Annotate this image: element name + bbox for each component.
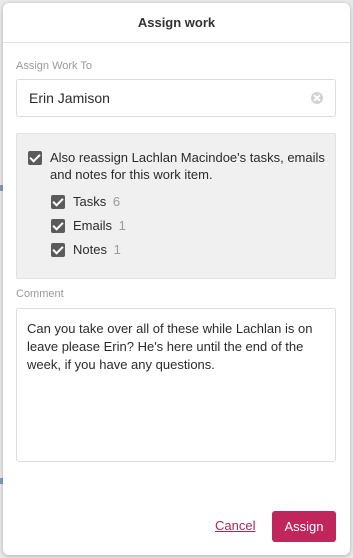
notes-option[interactable]: Notes 1 [51, 242, 121, 257]
comment-label: Comment [16, 288, 64, 300]
reassign-panel: Also reassign Lachlan Macindoe's tasks, … [16, 133, 336, 279]
notes-label: Notes [73, 242, 107, 257]
assignee-input[interactable]: Erin Jamison [16, 79, 336, 117]
assign-work-dialog: Assign work Assign Work To Erin Jamison … [3, 3, 350, 555]
reassign-text: Also reassign Lachlan Macindoe's tasks, … [50, 150, 325, 182]
tasks-count: 6 [112, 194, 121, 209]
clear-icon[interactable] [311, 92, 323, 104]
tasks-label: Tasks [73, 194, 107, 209]
assign-button[interactable]: Assign [272, 511, 336, 542]
cancel-link[interactable]: Cancel [215, 518, 255, 533]
dialog-header: Assign work [3, 3, 350, 43]
emails-count: 1 [118, 218, 126, 233]
emails-label: Emails [73, 218, 113, 233]
comment-textarea[interactable]: Can you take over all of these while Lac… [16, 308, 336, 462]
emails-checkbox[interactable] [51, 218, 65, 233]
tasks-checkbox[interactable] [51, 194, 65, 209]
reassign-checkbox[interactable] [28, 151, 42, 165]
tasks-option[interactable]: Tasks 6 [51, 194, 120, 209]
notes-count: 1 [113, 242, 121, 257]
notes-checkbox[interactable] [51, 242, 65, 257]
dialog-title: Assign work [137, 15, 216, 30]
assign-to-label: Assign Work To [16, 60, 93, 72]
assignee-value: Erin Jamison [29, 90, 110, 106]
emails-option[interactable]: Emails 1 [51, 218, 126, 233]
reassign-option[interactable]: Also reassign Lachlan Macindoe's tasks, … [28, 149, 328, 183]
